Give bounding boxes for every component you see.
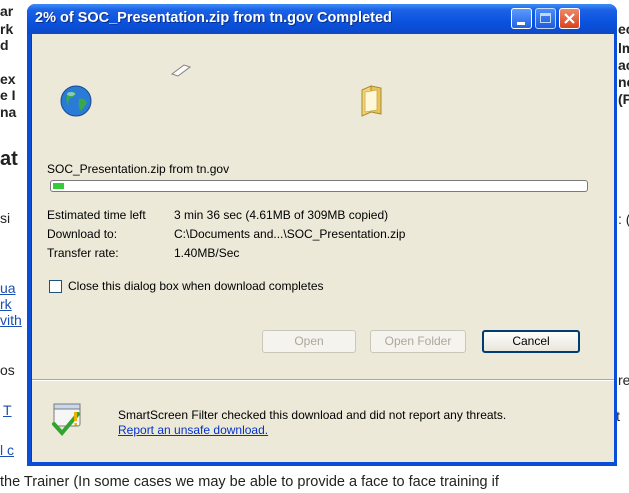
smartscreen-message: SmartScreen Filter checked this download… — [118, 408, 538, 438]
minimize-icon — [517, 22, 525, 25]
bg-text: si — [0, 210, 11, 226]
bg-text: e I — [0, 87, 16, 103]
bg-bottom-line: the Trainer (In some cases we may be abl… — [0, 474, 499, 490]
bg-text: d — [0, 37, 9, 53]
time-left-value: 3 min 36 sec (4.61MB of 309MB copied) — [174, 208, 389, 222]
title-bar[interactable]: 2% of SOC_Presentation.zip from tn.gov C… — [27, 4, 617, 34]
bg-text: eci — [618, 21, 629, 37]
bg-text: ne — [618, 74, 629, 90]
bg-text: ar — [0, 3, 14, 19]
progress-fill — [53, 183, 64, 189]
minimize-button[interactable] — [511, 8, 532, 29]
maximize-icon — [540, 13, 551, 23]
report-unsafe-download-link[interactable]: Report an unsafe download. — [118, 423, 268, 437]
bg-text: os — [0, 362, 15, 378]
close-icon — [564, 13, 575, 24]
close-when-done-checkbox[interactable] — [49, 280, 62, 293]
smartscreen-shield-icon — [52, 403, 81, 437]
download-to-label: Download to: — [47, 227, 118, 241]
open-folder-button[interactable]: Open Folder — [370, 330, 466, 353]
open-button[interactable]: Open — [262, 330, 356, 353]
globe-icon — [60, 85, 92, 117]
separator — [32, 379, 614, 381]
time-left-label: Estimated time left — [47, 208, 146, 222]
download-to-value: C:\Documents and...\SOC_Presentation.zip — [174, 227, 406, 241]
download-dialog: 2% of SOC_Presentation.zip from tn.gov C… — [27, 4, 617, 466]
flying-page-icon — [170, 64, 192, 77]
file-source-label: SOC_Presentation.zip from tn.gov — [47, 162, 230, 176]
folder-icon — [361, 85, 382, 117]
transfer-rate-label: Transfer rate: — [47, 246, 119, 260]
bg-heading: at — [0, 148, 18, 170]
bg-link[interactable]: l c — [0, 442, 14, 458]
bg-text: acti — [618, 57, 629, 73]
bg-text: ex — [0, 71, 16, 87]
maximize-button[interactable] — [535, 8, 556, 29]
bg-text: na — [0, 104, 17, 120]
bg-link[interactable]: rk — [0, 296, 12, 312]
dialog-title: 2% of SOC_Presentation.zip from tn.gov C… — [35, 10, 392, 26]
bg-link[interactable]: ua — [0, 280, 16, 296]
dialog-body: SOC_Presentation.zip from tn.gov Estimat… — [31, 34, 614, 462]
bg-text: lmi — [618, 40, 629, 56]
bg-link[interactable]: T — [3, 402, 12, 418]
close-button[interactable] — [559, 8, 580, 29]
bg-text: rk — [0, 21, 14, 37]
smartscreen-text: SmartScreen Filter checked this download… — [118, 408, 507, 422]
cancel-button[interactable]: Cancel — [482, 330, 580, 353]
bg-link[interactable]: vith — [0, 312, 22, 328]
bg-text: (Plo — [618, 91, 629, 107]
transfer-rate-value: 1.40MB/Sec — [174, 246, 240, 260]
bg-text: : (c — [618, 211, 629, 227]
close-when-done-label[interactable]: Close this dialog box when download comp… — [68, 279, 324, 293]
download-progress-bar — [50, 180, 588, 192]
bg-text: rea — [618, 372, 629, 388]
